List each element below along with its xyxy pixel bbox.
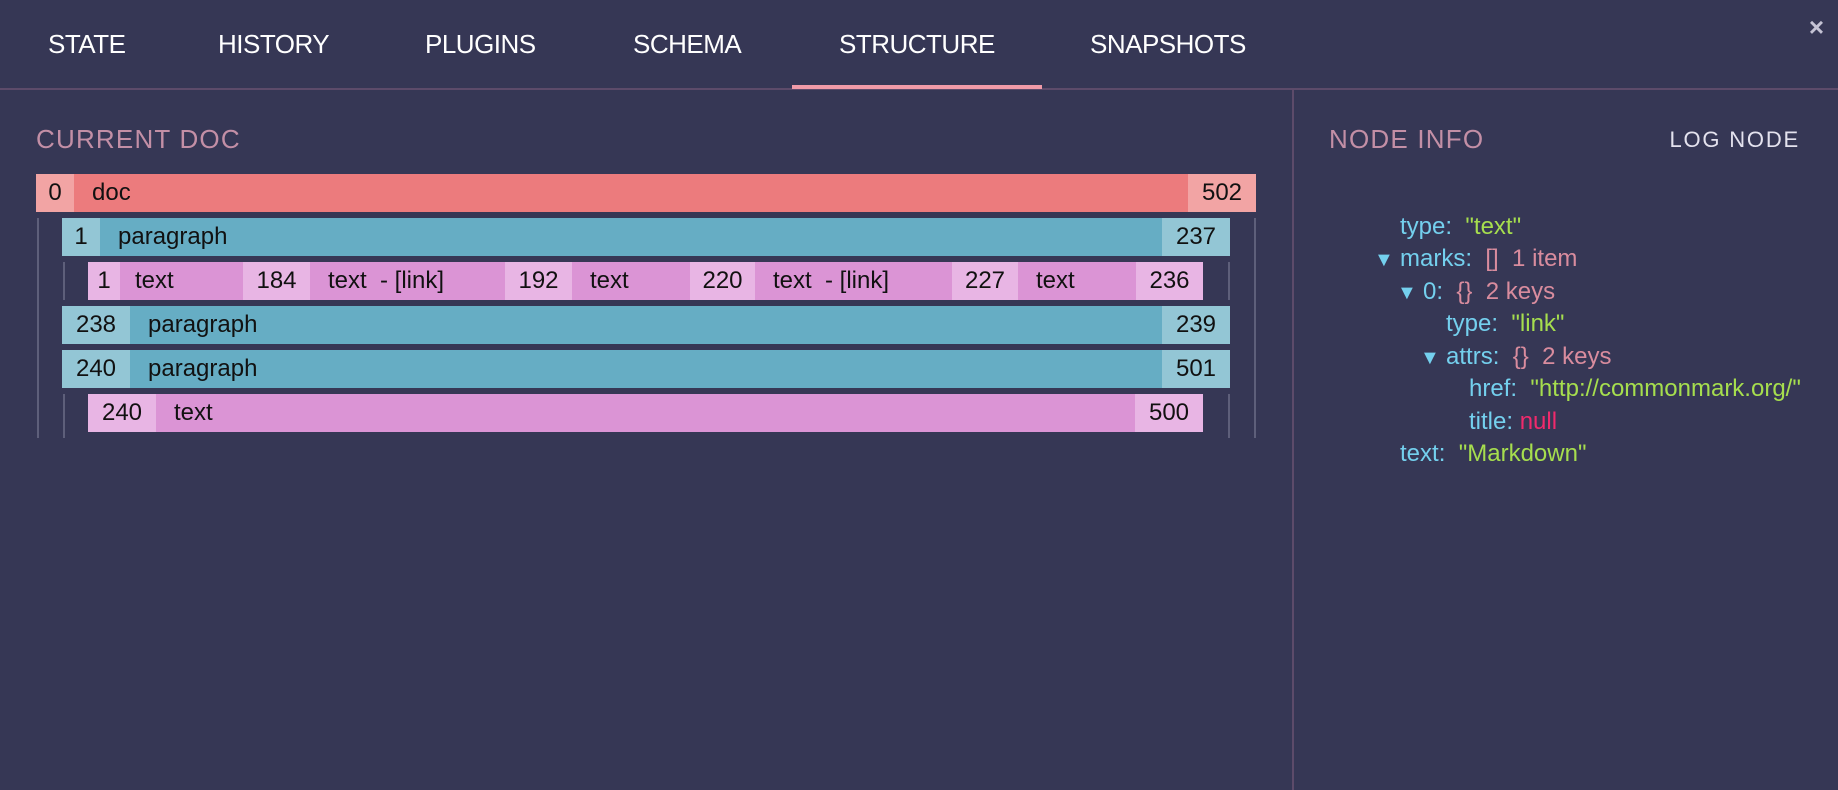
json-key: title: xyxy=(1469,407,1514,435)
json-tree: type: "text" ▼ marks: [] 1 item ▼ 0: {} 2 … xyxy=(1330,178,1801,468)
json-key: type: xyxy=(1446,310,1499,337)
tab-state[interactable]: STATE xyxy=(48,29,126,60)
node-paragraph[interactable]: 238 paragraph 239 xyxy=(62,306,1230,344)
node-start-pos: 220 xyxy=(690,262,755,300)
tab-schema[interactable]: SCHEMA xyxy=(633,29,742,60)
tab-structure[interactable]: STRUCTURE xyxy=(839,29,995,60)
json-meta-count: 2 keys xyxy=(1542,342,1612,370)
tree-guide-doc xyxy=(37,218,39,438)
json-string-value: "text" xyxy=(1465,212,1522,240)
node-start-pos: 240 xyxy=(88,394,156,432)
node-end-pos: 502 xyxy=(1188,174,1256,212)
json-key: attrs: xyxy=(1446,342,1500,370)
json-row: ▼ attrs: {} 2 keys xyxy=(1330,308,1801,370)
node-end-pos: 500 xyxy=(1135,394,1203,432)
node-name: paragraph xyxy=(118,223,228,250)
tab-plugins[interactable]: PLUGINS xyxy=(425,29,536,60)
node-text-link[interactable]: text - [link] xyxy=(755,262,952,300)
tree-guide-paragraph1-right xyxy=(1228,262,1230,300)
node-text[interactable]: text xyxy=(120,262,243,300)
tree-guide-paragraph3-right xyxy=(1228,394,1230,438)
json-key: marks: xyxy=(1400,245,1473,272)
node-name: doc xyxy=(92,179,131,206)
json-meta-count: 2 keys xyxy=(1485,277,1556,305)
close-icon[interactable]: × xyxy=(1809,12,1824,43)
current-doc-title: CURRENT DOC xyxy=(36,124,241,154)
node-text[interactable]: text xyxy=(572,262,690,300)
json-object-bracket: {} xyxy=(1456,277,1473,305)
node-start-pos: 184 xyxy=(243,262,310,300)
expand-arrow-icon[interactable]: ▼ xyxy=(1397,277,1423,310)
node-end-pos: 501 xyxy=(1162,350,1230,388)
node-text[interactable]: 240 text 500 xyxy=(88,394,1203,432)
json-object-bracket: {} xyxy=(1512,342,1529,370)
tab-snapshots[interactable]: SNAPSHOTS xyxy=(1090,29,1246,60)
panel-divider xyxy=(1292,90,1294,790)
json-null-value: null xyxy=(1519,407,1558,435)
json-string-value: "link" xyxy=(1511,310,1565,337)
tree-guide-paragraph3 xyxy=(63,394,65,438)
json-string-value: "Markdown" xyxy=(1458,440,1587,467)
json-key: type: xyxy=(1400,212,1453,240)
tab-bar: STATE HISTORY PLUGINS SCHEMA STRUCTURE S… xyxy=(0,0,1838,90)
node-text-link[interactable]: text - [link] xyxy=(310,262,505,300)
node-end-pos: 237 xyxy=(1162,218,1230,256)
json-key: 0: xyxy=(1423,277,1444,305)
json-string-value: "http://commonmark.org/" xyxy=(1530,375,1801,402)
node-start-pos: 1 xyxy=(62,218,100,256)
expand-arrow-icon[interactable]: ▼ xyxy=(1374,244,1400,277)
active-tab-indicator xyxy=(792,85,1042,89)
node-start-pos: 240 xyxy=(62,350,130,388)
tree-guide-paragraph1 xyxy=(63,262,65,300)
json-meta-count: 1 item xyxy=(1512,245,1578,272)
node-name: text xyxy=(174,399,213,426)
node-name: paragraph xyxy=(148,311,258,338)
expand-arrow-icon[interactable]: ▼ xyxy=(1420,342,1446,375)
json-key: href: xyxy=(1469,375,1518,402)
text-nodes-row: 1 text 184 text - [link] 192 text 220 te… xyxy=(88,262,1203,300)
node-start-pos: 1 xyxy=(88,262,120,300)
node-info-title: NODE INFO xyxy=(1329,124,1485,154)
node-end-pos: 239 xyxy=(1162,306,1230,344)
node-start-pos: 238 xyxy=(62,306,130,344)
node-start-pos: 0 xyxy=(36,174,74,212)
json-array-bracket: [] xyxy=(1485,245,1499,272)
json-row: type: "text" xyxy=(1330,178,1801,240)
json-key: text: xyxy=(1400,440,1446,467)
node-start-pos: 227 xyxy=(952,262,1018,300)
node-text[interactable]: text xyxy=(1018,262,1136,300)
tree-guide-doc-right xyxy=(1254,218,1256,438)
node-start-pos: 192 xyxy=(505,262,572,300)
node-paragraph[interactable]: 240 paragraph 501 xyxy=(62,350,1230,388)
node-end-pos: 236 xyxy=(1136,262,1203,300)
log-node-button[interactable]: LOG NODE xyxy=(1669,127,1800,153)
tab-history[interactable]: HISTORY xyxy=(218,29,330,60)
json-row: text: "Markdown" xyxy=(1330,406,1801,467)
node-name: paragraph xyxy=(148,355,258,382)
node-paragraph[interactable]: 1 paragraph 237 xyxy=(62,218,1230,256)
node-doc[interactable]: 0 doc 502 xyxy=(36,174,1256,212)
